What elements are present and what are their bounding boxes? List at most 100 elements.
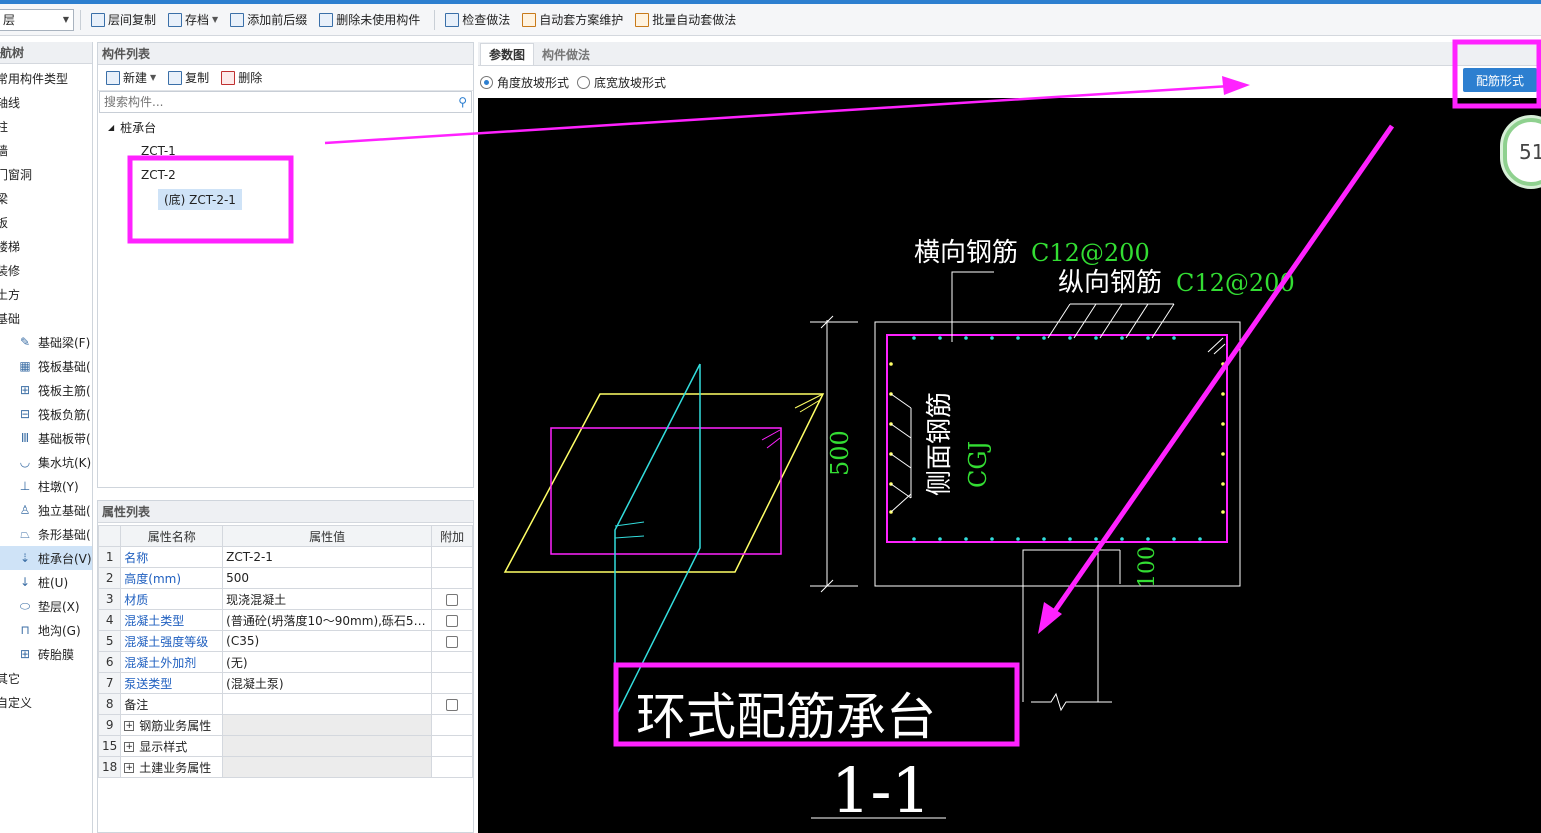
property-name: 名称 <box>120 546 224 568</box>
floor-copy-button[interactable]: 层间复制 <box>87 8 160 32</box>
table-row[interactable]: 8 备注 <box>97 693 473 715</box>
table-row[interactable]: 6 混凝土外加剂 (无) <box>97 651 473 673</box>
nav-item[interactable]: 装修 <box>0 258 92 282</box>
table-row-group[interactable]: 18 + 土建业务属性 <box>97 756 473 778</box>
nav-item[interactable]: 楼梯 <box>0 234 92 258</box>
nav-sub-item[interactable]: ◡ 集水坑(K) <box>0 450 92 474</box>
archive-icon <box>168 12 183 27</box>
nav-sub-item-pile-cap[interactable]: ⇣ 桩承台(V) <box>0 546 92 570</box>
batch-icon <box>635 12 650 27</box>
sketch-rebar-cyan <box>614 535 645 539</box>
copy-component-button[interactable]: 复制 <box>164 66 213 90</box>
table-row-group[interactable]: 9 + 钢筋业务属性 <box>97 714 473 736</box>
floor-select[interactable]: 层 ▼ <box>0 8 74 31</box>
nav-sub-item[interactable]: ♙ 独立基础( <box>0 498 92 522</box>
property-value[interactable]: 现浇混凝土 <box>222 588 433 610</box>
nav-item[interactable]: 其它 <box>0 666 92 690</box>
nav-sub-item[interactable]: ⊞ 筏板主筋( <box>0 378 92 402</box>
table-row[interactable]: 1 名称 ZCT-2-1 <box>97 546 473 568</box>
nav-item[interactable]: 常用构件类型 <box>0 66 92 90</box>
nav-item[interactable]: 墙 <box>0 138 92 162</box>
property-group: + 显示样式 <box>120 735 224 757</box>
batch-auto-method-button[interactable]: 批量自动套做法 <box>631 8 740 32</box>
add-prefix-suffix-button[interactable]: 添加前后缀 <box>226 8 311 32</box>
right-tabs: 参数图 构件做法 <box>478 42 1541 66</box>
side-leader <box>890 493 912 513</box>
nav-sub-item[interactable]: ⊓ 地沟(G) <box>0 618 92 642</box>
extra-checkbox[interactable] <box>446 593 459 606</box>
isolated-footing-icon: ♙ <box>19 503 31 517</box>
nav-item[interactable]: 轴线 <box>0 90 92 114</box>
extra-checkbox[interactable] <box>446 698 459 711</box>
table-row[interactable]: 3 材质 现浇混凝土 <box>97 588 473 610</box>
property-extra <box>431 756 473 778</box>
nav-sub-label: 筏板主筋( <box>38 383 91 398</box>
property-value[interactable]: (无) <box>222 651 433 673</box>
tab-component-method[interactable]: 构件做法 <box>534 43 598 65</box>
property-value[interactable]: ZCT-2-1 <box>222 546 433 568</box>
nav-item-foundation[interactable]: 基础 <box>0 306 92 330</box>
floating-counter-badge[interactable]: 51 <box>1503 118 1541 186</box>
nav-sub-item[interactable]: ↓ 桩(U) <box>0 570 92 594</box>
extra-checkbox[interactable] <box>446 635 459 648</box>
pile-cap-icon: ⇣ <box>19 551 31 565</box>
nav-item[interactable]: 门窗洞 <box>0 162 92 186</box>
property-value[interactable] <box>222 693 433 715</box>
expand-plus-icon[interactable]: + <box>124 742 135 752</box>
nav-sub-item[interactable]: ⊟ 筏板负筋( <box>0 402 92 426</box>
nav-sub-item[interactable]: Ⅲ 基础板带( <box>0 426 92 450</box>
sketch-hatch <box>761 429 781 441</box>
nav-sub-item[interactable]: ▦ 筏板基础( <box>0 354 92 378</box>
sketch-rebar-cyan <box>614 363 701 718</box>
property-value[interactable]: 500 <box>222 567 433 589</box>
table-row[interactable]: 5 混凝土强度等级 (C35) <box>97 630 473 652</box>
property-value[interactable]: (普通砼(坍落度10～90mm),砾石5～... <box>222 609 433 631</box>
rebar-dots-bottom <box>912 537 1202 541</box>
table-row-group[interactable]: 15 + 显示样式 <box>97 735 473 757</box>
delete-unused-button[interactable]: 删除未使用构件 <box>315 8 424 32</box>
nav-item[interactable]: 土方 <box>0 282 92 306</box>
nav-sub-item[interactable]: ⏢ 条形基础( <box>0 522 92 546</box>
nav-item[interactable]: 柱 <box>0 114 92 138</box>
property-list-panel: 属性列表 属性名称 属性值 附加 1 名称 ZCT-2-1 2 高度(mm) 500 3… <box>97 500 474 833</box>
property-value <box>222 714 433 736</box>
search-icon[interactable]: ⚲ <box>458 95 467 109</box>
table-row[interactable]: 2 高度(mm) 500 <box>97 567 473 589</box>
property-value[interactable]: (混凝土泵) <box>222 672 433 694</box>
radio-bottom-slope[interactable]: 底宽放坡形式 <box>577 74 666 91</box>
radio-angle-slope[interactable]: 角度放坡形式 <box>480 74 569 91</box>
section-hook <box>1207 337 1224 353</box>
nav-item[interactable]: 梁 <box>0 186 92 210</box>
rebar-form-button[interactable]: 配筋形式 <box>1463 68 1537 92</box>
tree-item-root[interactable]: ◢ 桩承台 <box>98 115 473 139</box>
rebar-grid-icon: ⊟ <box>19 407 31 421</box>
property-value[interactable]: (C35) <box>222 630 433 652</box>
nav-sub-item[interactable]: ⊥ 柱墩(Y) <box>0 474 92 498</box>
nav-sub-item[interactable]: ✎ 基础梁(F) <box>0 330 92 354</box>
auto-plan-maintain-button[interactable]: 自动套方案维护 <box>518 8 627 32</box>
longitudinal-leader <box>1151 303 1175 339</box>
archive-button[interactable]: 存档 ▼ <box>164 8 222 32</box>
nav-sub-item[interactable]: ⊞ 砖胎膜 <box>0 642 92 666</box>
property-name: 备注 <box>120 693 224 715</box>
brick-mold-icon: ⊞ <box>19 647 31 661</box>
extra-checkbox[interactable] <box>446 614 459 627</box>
nav-item[interactable]: 自定义 <box>0 690 92 714</box>
check-method-button[interactable]: 检查做法 <box>441 8 514 32</box>
tree-item[interactable]: ZCT-2 <box>98 163 473 187</box>
expand-plus-icon[interactable]: + <box>124 763 135 773</box>
nav-item[interactable]: 板 <box>0 210 92 234</box>
search-input[interactable] <box>104 95 434 109</box>
delete-component-button[interactable]: 删除 <box>217 66 266 90</box>
nav-sub-item[interactable]: ⬭ 垫层(X) <box>0 594 92 618</box>
property-name: 材质 <box>120 588 224 610</box>
table-row[interactable]: 7 泵送类型 (混凝土泵) <box>97 672 473 694</box>
pile-icon: ↓ <box>19 575 31 589</box>
property-extra <box>431 609 473 631</box>
table-row[interactable]: 4 混凝土类型 (普通砼(坍落度10～90mm),砾石5～... <box>97 609 473 631</box>
expand-plus-icon[interactable]: + <box>124 721 135 731</box>
tree-item-selected[interactable]: (底) ZCT-2-1 <box>98 187 473 211</box>
new-component-button[interactable]: 新建 ▼ <box>102 66 160 90</box>
tab-parameter-drawing[interactable]: 参数图 <box>480 43 535 65</box>
tree-item[interactable]: ZCT-1 <box>98 139 473 163</box>
